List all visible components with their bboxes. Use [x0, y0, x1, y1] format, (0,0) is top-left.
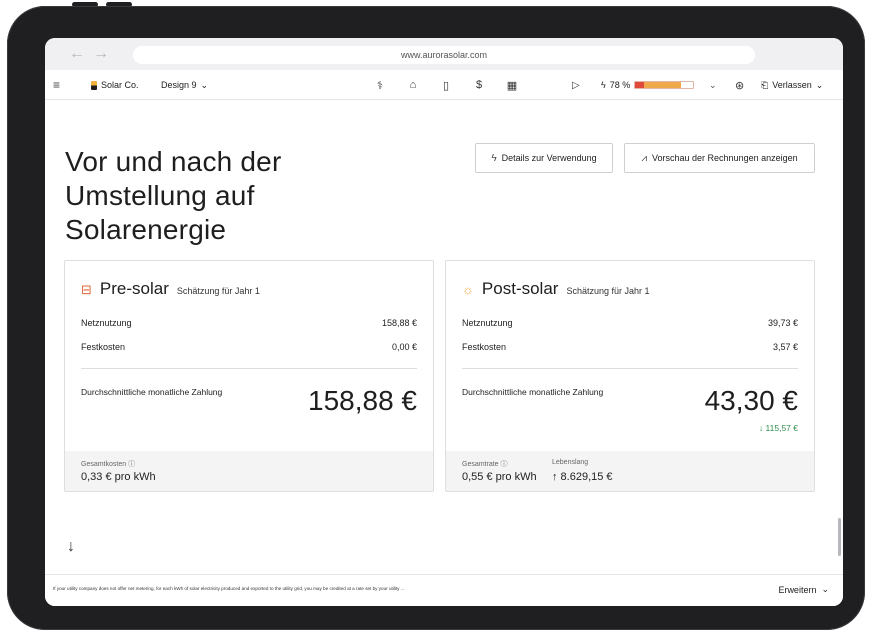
post-solar-card: ☼ Post-solar Schätzung für Jahr 1 Netznu…	[445, 260, 815, 492]
fixed-costs-value: 3,57 €	[772, 342, 798, 352]
dollar-circle-icon[interactable]: $	[472, 79, 486, 91]
fixed-costs-label: Festkosten	[81, 342, 126, 352]
post-solar-title: Post-solar	[481, 279, 559, 298]
pre-solar-grid-row: Netznutzung 158,88 €	[81, 318, 417, 328]
bolt-icon: ϟ	[491, 152, 497, 164]
pre-solar-heading: ⊟ Pre-solar Schätzung für Jahr 1	[81, 279, 260, 299]
lifetime-value: ↑ 8.629,15 €	[552, 471, 613, 483]
avg-payment-value: 158,88 €	[308, 385, 417, 416]
line-chart-icon: ⩘	[641, 152, 648, 164]
screen: ← → www.aurorasolar.com ≡ Solar Co. Desi…	[45, 38, 843, 606]
lifetime-label: Lebenslang	[552, 459, 589, 466]
info-icon[interactable]: ⓘ	[501, 461, 508, 468]
browser-bar: ← → www.aurorasolar.com	[45, 38, 843, 70]
post-solar-subtitle: Schätzung für Jahr 1	[566, 286, 650, 296]
net-metering-note: If your utility company does not offer n…	[53, 586, 405, 591]
battery-icon[interactable]: ▯	[439, 79, 453, 92]
logo-text: Solar Co.	[101, 80, 139, 90]
post-solar-footer: Gesamtrate ⓘ 0,55 € pro kWh Lebenslang ↑…	[446, 451, 814, 491]
divider	[81, 368, 417, 369]
expand-button[interactable]: Erweitern ⌄	[778, 584, 829, 595]
logo-mark-icon	[91, 80, 97, 90]
pre-solar-title: Pre-solar	[99, 279, 169, 298]
info-icon[interactable]: ⓘ	[128, 461, 135, 468]
usage-percent: 78 %	[609, 80, 631, 90]
bolt-icon: ϟ	[601, 80, 606, 90]
scrollbar[interactable]	[838, 518, 841, 556]
play-icon[interactable]: ▷	[572, 70, 580, 100]
app-header: ≡ Solar Co. Design 9 ⌄ ⚕ ⌂ ▯ $ ▦ ▷ ϟ 78 …	[45, 70, 843, 100]
grid-usage-label: Netznutzung	[462, 318, 513, 328]
avg-payment-value: 43,30 €	[704, 385, 798, 416]
fixed-costs-value: 0,00 €	[391, 342, 417, 352]
chevron-down-icon: ⌄	[200, 79, 209, 90]
scroll-down-arrow-icon[interactable]: ↓	[67, 538, 75, 556]
usage-chevron-down-icon[interactable]: ⌄	[709, 70, 717, 100]
chevron-down-icon: ⌄	[815, 79, 824, 90]
help-icon[interactable]: ⊛	[735, 70, 744, 100]
expand-label: Erweitern	[778, 584, 817, 595]
tablet-frame: ← → www.aurorasolar.com ≡ Solar Co. Desi…	[7, 6, 865, 630]
menu-icon[interactable]: ≡	[53, 70, 60, 100]
design-dropdown[interactable]: Design 9 ⌄	[161, 70, 208, 100]
energy-offset-meter[interactable]: ϟ 78 %	[601, 70, 695, 100]
exit-icon: ⎗	[761, 79, 769, 90]
total-rate-label-text: Gesamtrate	[462, 461, 499, 468]
fixed-costs-label: Festkosten	[462, 342, 507, 352]
sun-icon: ☼	[462, 282, 474, 297]
bill-preview-label: Vorschau der Rechnungen anzeigen	[652, 153, 798, 163]
chevron-down-icon: ⌄	[821, 584, 829, 594]
pre-solar-fixed-row: Festkosten 0,00 €	[81, 342, 417, 352]
total-cost-label: Gesamtkosten ⓘ	[81, 459, 135, 469]
avg-payment-label: Durchschnittliche monatliche Zahlung	[462, 387, 604, 397]
total-rate-label: Gesamtrate ⓘ	[462, 459, 508, 469]
usage-bar	[634, 81, 695, 89]
total-cost-value: 0,33 € pro kWh	[81, 471, 156, 483]
exit-button[interactable]: ⎗ Verlassen ⌄	[761, 70, 823, 100]
pre-solar-footer: Gesamtkosten ⓘ 0,33 € pro kWh	[65, 451, 433, 491]
design-label: Design 9	[161, 80, 197, 90]
grid-usage-value: 39,73 €	[767, 318, 798, 328]
post-solar-fixed-row: Festkosten 3,57 €	[462, 342, 798, 352]
pre-solar-subtitle: Schätzung für Jahr 1	[176, 286, 260, 296]
page-title: Vor und nach der Umstellung auf Solarene…	[65, 146, 282, 245]
utility-meter-icon: ⊟	[81, 282, 92, 297]
divider	[462, 368, 798, 369]
bill-preview-button[interactable]: ⩘ Vorschau der Rechnungen anzeigen	[624, 143, 815, 173]
total-rate-value: 0,55 € pro kWh	[462, 471, 537, 483]
post-solar-grid-row: Netznutzung 39,73 €	[462, 318, 798, 328]
grid-usage-value: 158,88 €	[381, 318, 417, 328]
post-solar-heading: ☼ Post-solar Schätzung für Jahr 1	[462, 279, 650, 299]
footer-bar: If your utility company does not offer n…	[45, 574, 843, 606]
pre-solar-card: ⊟ Pre-solar Schätzung für Jahr 1 Netznut…	[64, 260, 434, 492]
exit-label: Verlassen	[772, 80, 812, 90]
usage-bar-fill	[635, 82, 681, 88]
monthly-saving-value: ↓ 115,57 €	[758, 423, 798, 433]
forward-arrow-icon[interactable]: →	[93, 44, 109, 64]
solar-panel-icon[interactable]: ▦	[505, 79, 519, 92]
usage-details-button[interactable]: ϟ Details zur Verwendung	[475, 143, 613, 173]
usage-details-label: Details zur Verwendung	[501, 153, 597, 163]
grid-usage-label: Netznutzung	[81, 318, 132, 328]
home-icon[interactable]: ⌂	[406, 79, 420, 91]
address-bar[interactable]: www.aurorasolar.com	[133, 46, 755, 64]
toolbar-icons: ⚕ ⌂ ▯ $ ▦	[373, 70, 519, 100]
logo[interactable]: Solar Co.	[91, 70, 139, 100]
avg-payment-label: Durchschnittliche monatliche Zahlung	[81, 387, 223, 397]
back-arrow-icon[interactable]: ←	[69, 44, 85, 64]
usage-bar-red-segment	[635, 82, 645, 88]
stethoscope-icon[interactable]: ⚕	[373, 79, 387, 92]
total-cost-label-text: Gesamtkosten	[81, 461, 127, 468]
